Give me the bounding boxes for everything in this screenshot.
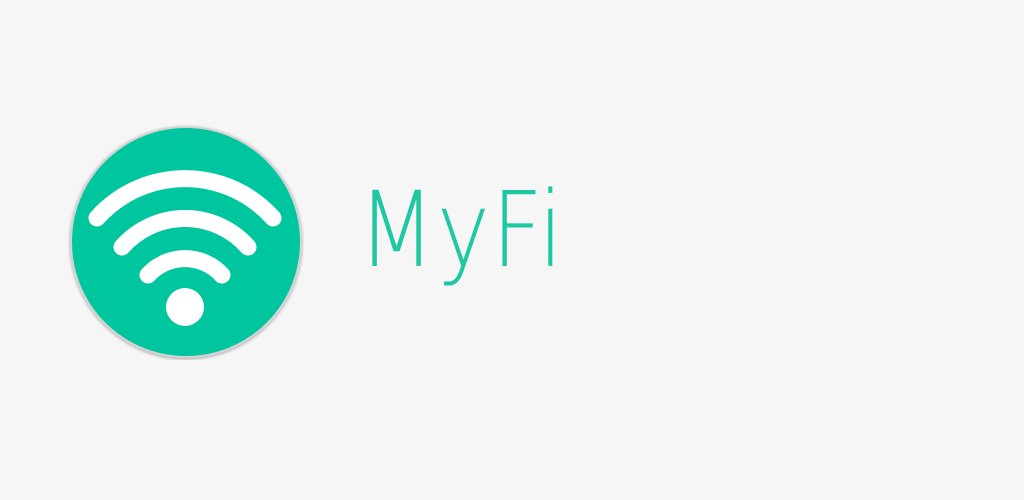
wifi-dot — [166, 288, 204, 326]
app-title: MyFi — [358, 169, 565, 291]
feature-banner: MyFi — [0, 0, 1024, 500]
wifi-icon — [70, 126, 302, 358]
app-logo — [68, 124, 304, 360]
